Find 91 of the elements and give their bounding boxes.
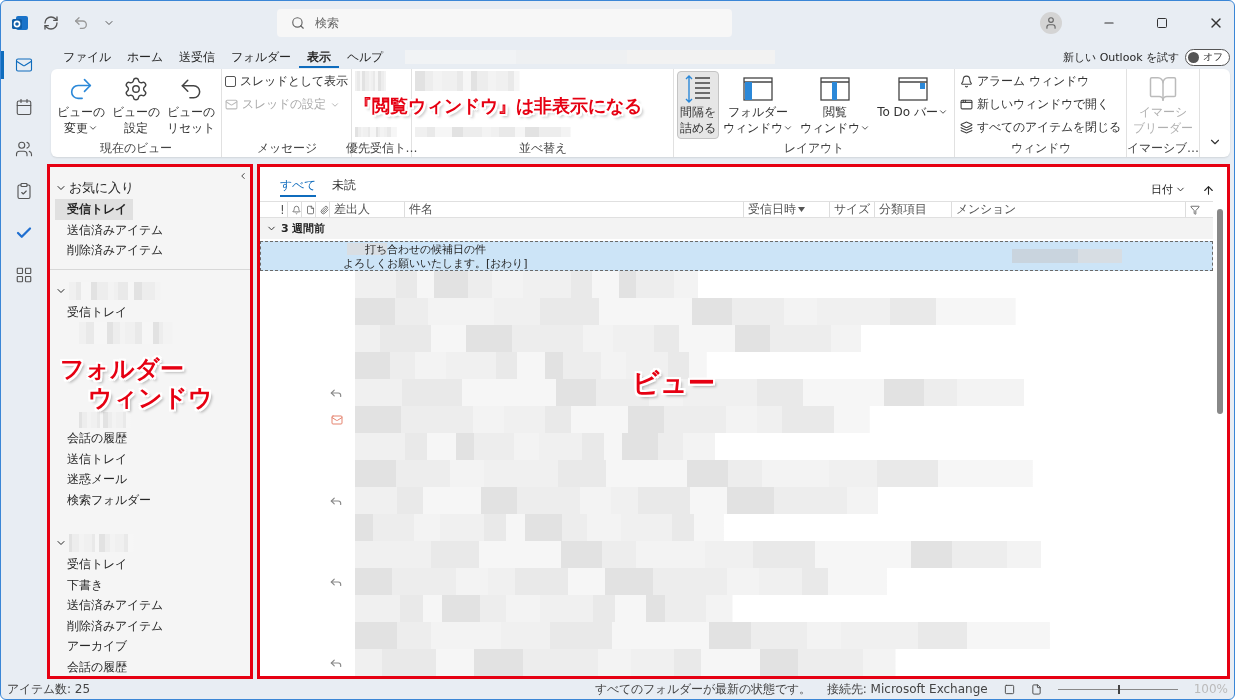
ribbon-button[interactable]: To Do バー [874,71,951,124]
window-layout-icon [820,76,851,102]
search-field[interactable]: 検索 [277,9,732,37]
undo-icon[interactable] [73,15,89,31]
group-label: イマーシブ… [1127,140,1199,157]
ribbon-button[interactable]: ビューの 設定 [109,71,163,140]
envelope-icon [331,413,343,426]
column-header[interactable]: 差出人 [334,201,371,218]
folder-item[interactable]: 迷惑メール [55,469,133,490]
ribbon-button[interactable]: ビューの リセット [164,71,218,140]
window-layout-icon [743,76,774,102]
maximize-icon[interactable] [1156,17,1168,29]
group-header[interactable]: 3 週間前 [260,218,1213,239]
spacing-icon [684,74,713,104]
folder-item[interactable]: 下書き [55,574,109,595]
folder-item[interactable]: 送信トレイ [55,448,133,469]
folder-item[interactable]: 受信トレイ [55,554,133,575]
book-icon [1148,74,1178,104]
folder-item[interactable]: 削除済みアイテム [55,615,169,636]
window-layout-icon [897,76,928,102]
filter-icon [1189,204,1200,215]
clipboard-check-icon [15,182,33,200]
folder-item[interactable]: 会話の履歴 [55,656,133,676]
filter-tab[interactable]: 未読 [332,177,356,197]
filter-tab[interactable]: すべて [280,177,316,197]
document-icon [306,204,316,215]
group-label: 並べ替え [518,140,567,157]
column-header[interactable]: ! [280,202,285,217]
annotation-text: フォルダー ウィンドウ [60,355,213,413]
folder-item[interactable]: 送信済みアイテム [55,219,169,240]
mail-icon [15,56,33,74]
folder-item[interactable]: 送信済みアイテム [55,595,169,616]
app-logo-icon [11,14,29,32]
calendar-icon [15,98,33,116]
window-command-button[interactable]: すべてのアイテムを閉じる [959,117,1122,138]
folder-item[interactable]: 会話の履歴 [55,428,133,449]
apps-grid-icon [15,266,33,284]
toggle-switch[interactable]: オフ [1185,48,1230,66]
column-header[interactable]: メンション [955,201,1016,218]
column-header[interactable]: 分類項目 [879,201,928,218]
people-icon [15,140,33,158]
column-header[interactable]: 受信日時 [747,201,796,218]
zoom-level: 100% [1193,682,1228,696]
search-icon [291,16,305,30]
folder-item[interactable]: 受信トレイ [55,199,133,220]
window-command-button[interactable]: アラーム ウィンドウ [959,71,1090,92]
folder-item[interactable]: 受信トレイ [55,301,133,322]
menu-tab[interactable]: ヘルプ [339,46,391,68]
column-header[interactable]: 件名 [409,201,434,218]
group-label: ウィンドウ [1010,140,1071,157]
sort-button[interactable]: 日付 [1151,182,1186,197]
menu-tab[interactable]: 表示 [299,46,339,68]
group-label: レイアウト [784,140,845,157]
annotation-text: 『閲覧ウィンドウ』は非表示になる [354,95,642,117]
try-new-outlook-label: 新しい Outlook を試す [1063,49,1179,65]
reading-view-icon[interactable] [1030,683,1042,695]
reminder-icon [292,204,302,215]
sync-icon[interactable] [43,15,59,31]
menu-tab[interactable]: フォルダー [223,46,299,68]
paperclip-icon [320,204,330,215]
group-label: メッセージ [256,140,317,157]
thread-checkbox[interactable]: スレッドとして表示 [224,71,349,92]
sync-status: すべてのフォルダーが最新の状態です。 [594,680,811,698]
selected-message[interactable]: 打ち合わせの候補日の件 よろしくお願いいたします。[おわり] [260,241,1213,271]
connection-status: 接続先: Microsoft Exchange [826,680,988,698]
bell-icon [960,75,973,88]
sort-direction-icon[interactable] [1202,184,1215,197]
ribbon-button[interactable]: 閲覧 ウィンドウ [797,71,874,140]
group-label: 優先受信ト… [345,140,418,157]
ribbon-button[interactable]: 間隔を 詰める [677,71,720,140]
folder-item[interactable]: 検索フォルダー [55,489,157,510]
section-title[interactable]: お気に入り [69,179,134,197]
column-header[interactable]: サイズ [833,201,870,218]
annotation-text: ビュー [632,367,715,400]
pixelated-area [347,243,387,255]
folder-item[interactable]: アーカイブ [55,636,133,657]
window-command-button[interactable]: 新しいウィンドウで開く [959,94,1110,115]
menu-tab[interactable]: 送受信 [171,46,223,68]
window-icon [960,98,973,111]
ribbon-button[interactable]: フォルダー ウィンドウ [720,71,797,140]
folder-item[interactable]: 削除済みアイテム [55,240,169,261]
gear-icon [123,76,149,102]
normal-view-icon[interactable] [1003,683,1015,695]
menu-tab[interactable]: ファイル [55,46,119,68]
account-avatar[interactable] [1040,12,1062,34]
collapse-icon[interactable] [238,171,248,181]
ribbon-button[interactable]: ビューの 変更 [54,71,108,140]
group-label: 現在のビュー [100,140,172,157]
menu-tab[interactable]: ホーム [119,46,171,68]
item-count: アイテム数: 25 [7,680,91,698]
stacked-windows-icon [960,121,973,134]
